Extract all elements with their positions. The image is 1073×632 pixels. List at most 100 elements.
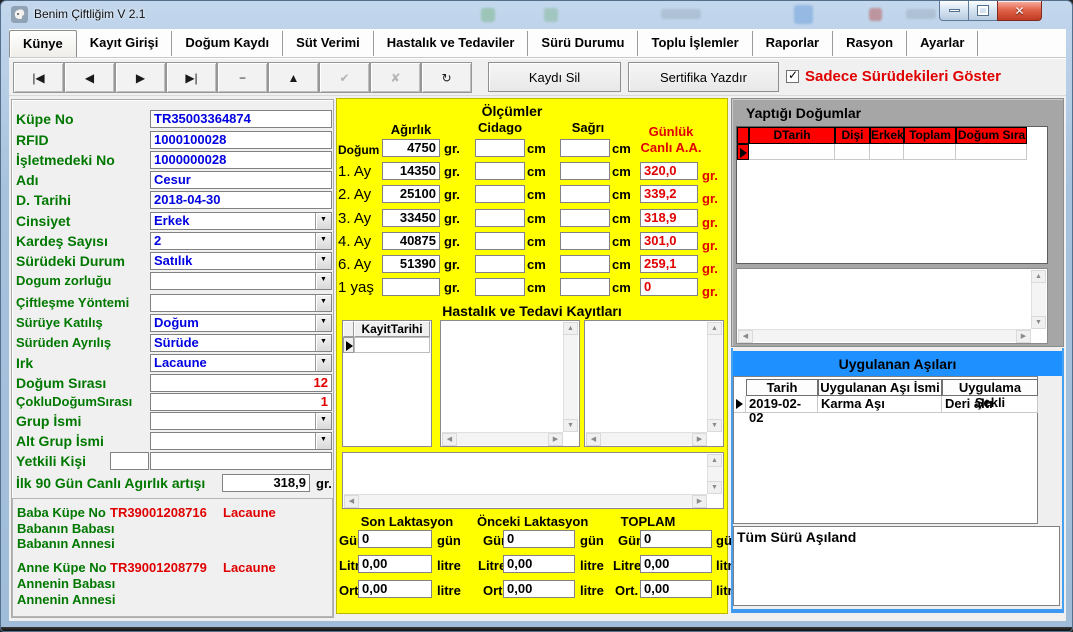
vaccine-date-cell[interactable]: 2019-02-02 bbox=[746, 396, 818, 413]
scroll-right-icon[interactable] bbox=[1016, 330, 1031, 343]
last-lactation-avg-input[interactable]: 0,00 bbox=[358, 580, 432, 598]
nav-edit-button[interactable]: ▲ bbox=[268, 62, 319, 93]
isletme-no-input[interactable]: 1000000028 bbox=[150, 151, 332, 169]
kardes-sayisi-select[interactable]: 2 bbox=[150, 232, 332, 250]
births-column-dtarih[interactable]: DTarih bbox=[749, 127, 835, 144]
tab-hastalik-ve-tedaviler[interactable]: Hastalık ve Tedaviler bbox=[374, 31, 529, 56]
scroll-down-icon[interactable] bbox=[707, 481, 722, 494]
weight-input-2ay[interactable]: 25100 bbox=[382, 185, 440, 203]
total-lactation-avg-input[interactable]: 0,00 bbox=[640, 580, 712, 598]
vertical-scrollbar[interactable] bbox=[1031, 270, 1046, 329]
vaccines-column-sekli[interactable]: Uygulama Şekli bbox=[942, 379, 1038, 396]
nav-last-button[interactable]: ▶| bbox=[166, 62, 217, 93]
sagri-input-dogum[interactable] bbox=[560, 139, 610, 157]
minimize-button[interactable] bbox=[939, 1, 969, 21]
sagri-input-2ay[interactable] bbox=[560, 185, 610, 203]
horizontal-scrollbar[interactable] bbox=[738, 329, 1031, 342]
previous-lactation-avg-input[interactable]: 0,00 bbox=[503, 580, 575, 598]
tab-ayarlar[interactable]: Ayarlar bbox=[907, 31, 978, 56]
births-cell[interactable] bbox=[749, 144, 835, 160]
cinsiyet-select[interactable]: Erkek bbox=[150, 212, 332, 230]
kupe-no-input[interactable]: TR35003364874 bbox=[150, 110, 332, 128]
chevron-down-icon[interactable] bbox=[315, 433, 331, 449]
scroll-left-icon[interactable] bbox=[738, 330, 753, 343]
weight-input-3ay[interactable]: 33450 bbox=[382, 209, 440, 227]
cidago-input-1yas[interactable] bbox=[475, 278, 525, 296]
cidago-input-3ay[interactable] bbox=[475, 209, 525, 227]
grid-column-header[interactable]: KayitTarihi bbox=[354, 321, 430, 337]
previous-lactation-days-input[interactable]: 0 bbox=[503, 530, 575, 548]
tab-dogum-kaydi[interactable]: Doğum Kaydı bbox=[172, 31, 283, 56]
sagri-input-1yas[interactable] bbox=[560, 278, 610, 296]
scroll-right-icon[interactable] bbox=[692, 495, 707, 508]
sagri-input-6ay[interactable] bbox=[560, 255, 610, 273]
cidago-input-1ay[interactable] bbox=[475, 162, 525, 180]
vaccine-method-cell[interactable]: Deri altı bbox=[942, 396, 1038, 413]
vertical-scrollbar[interactable] bbox=[707, 454, 722, 494]
births-table[interactable]: DTarih Dişi Erkek Toplam Doğum Sıra bbox=[736, 126, 1048, 264]
daily-gain-input-4ay[interactable]: 301,0 bbox=[640, 232, 698, 250]
nav-prior-button[interactable]: ◀ bbox=[64, 62, 115, 93]
yetkili-kisi-input[interactable] bbox=[150, 452, 332, 470]
ilk90-input[interactable]: 318,9 bbox=[222, 474, 310, 492]
horizontal-scrollbar[interactable] bbox=[442, 432, 563, 445]
d-tarihi-input[interactable]: 2018-04-30 bbox=[150, 191, 332, 209]
dogum-sirasi-input[interactable]: 12 bbox=[150, 374, 332, 392]
scroll-up-icon[interactable] bbox=[707, 322, 722, 335]
rfid-input[interactable]: 1000100028 bbox=[150, 131, 332, 149]
chevron-down-icon[interactable] bbox=[315, 273, 331, 289]
cidago-input-2ay[interactable] bbox=[475, 185, 525, 203]
yetkili-kisi-code-input[interactable] bbox=[110, 452, 149, 470]
scroll-right-icon[interactable] bbox=[692, 433, 707, 446]
grup-ismi-select[interactable] bbox=[150, 412, 332, 430]
scroll-up-icon[interactable] bbox=[707, 454, 722, 467]
nav-post-button[interactable]: ✔ bbox=[319, 62, 370, 93]
irk-select[interactable]: Lacaune bbox=[150, 354, 332, 372]
nav-cancel-button[interactable]: ✘ bbox=[370, 62, 421, 93]
births-column-toplam[interactable]: Toplam bbox=[904, 127, 956, 144]
total-lactation-days-input[interactable]: 0 bbox=[640, 530, 712, 548]
sagri-input-4ay[interactable] bbox=[560, 232, 610, 250]
daily-gain-input-2ay[interactable]: 339,2 bbox=[640, 185, 698, 203]
nav-refresh-button[interactable]: ↻ bbox=[421, 62, 472, 93]
weight-input-dogum[interactable]: 4750 bbox=[382, 139, 440, 157]
coklu-dogum-sirasi-input[interactable]: 1 bbox=[150, 393, 332, 411]
sagri-input-1ay[interactable] bbox=[560, 162, 610, 180]
tab-rasyon[interactable]: Rasyon bbox=[833, 31, 907, 56]
tab-sut-verimi[interactable]: Süt Verimi bbox=[283, 31, 374, 56]
horizontal-scrollbar[interactable] bbox=[344, 494, 707, 507]
tab-kayit-girisi[interactable]: Kayıt Girişi bbox=[77, 31, 173, 56]
chevron-down-icon[interactable] bbox=[315, 355, 331, 371]
births-column-erkek[interactable]: Erkek bbox=[870, 127, 904, 144]
tab-suru-durumu[interactable]: Sürü Durumu bbox=[528, 31, 638, 56]
vertical-scrollbar[interactable] bbox=[707, 322, 722, 432]
births-cell[interactable] bbox=[904, 144, 956, 160]
cidago-input-dogum[interactable] bbox=[475, 139, 525, 157]
weight-input-6ay[interactable]: 51390 bbox=[382, 255, 440, 273]
health-records-grid[interactable]: KayitTarihi bbox=[342, 320, 432, 447]
health-notes-box[interactable] bbox=[342, 452, 724, 509]
scroll-left-icon[interactable] bbox=[442, 433, 457, 446]
herd-filter-checkbox[interactable] bbox=[786, 70, 799, 83]
scroll-right-icon[interactable] bbox=[548, 433, 563, 446]
births-column-disi[interactable]: Dişi bbox=[835, 127, 870, 144]
total-lactation-litres-input[interactable]: 0,00 bbox=[640, 555, 712, 573]
nav-delete-button[interactable]: − bbox=[217, 62, 268, 93]
vaccines-column-asi-ismi[interactable]: Uygulanan Aşı İsmi bbox=[818, 379, 942, 396]
chevron-down-icon[interactable] bbox=[315, 233, 331, 249]
dogum-zorlugu-select[interactable] bbox=[150, 272, 332, 290]
daily-gain-input-6ay[interactable]: 259,1 bbox=[640, 255, 698, 273]
last-lactation-litres-input[interactable]: 0,00 bbox=[358, 555, 432, 573]
chevron-down-icon[interactable] bbox=[315, 413, 331, 429]
print-certificate-button[interactable]: Sertifika Yazdır bbox=[628, 62, 779, 92]
vaccine-note-box[interactable]: Tüm Sürü Aşıland bbox=[733, 526, 1060, 606]
title-bar[interactable]: Benim Çiftliğim V 2.1 ✕ bbox=[1, 1, 1072, 29]
vertical-scrollbar[interactable] bbox=[563, 322, 578, 432]
grid-empty-cell[interactable] bbox=[354, 337, 430, 353]
health-list-1[interactable] bbox=[440, 320, 580, 447]
tab-toplu-islemler[interactable]: Toplu İşlemler bbox=[638, 31, 752, 56]
scroll-left-icon[interactable] bbox=[344, 495, 359, 508]
last-lactation-days-input[interactable]: 0 bbox=[358, 530, 432, 548]
births-column-dogum-sira[interactable]: Doğum Sıra bbox=[956, 127, 1027, 144]
adi-input[interactable]: Cesur bbox=[150, 171, 332, 189]
